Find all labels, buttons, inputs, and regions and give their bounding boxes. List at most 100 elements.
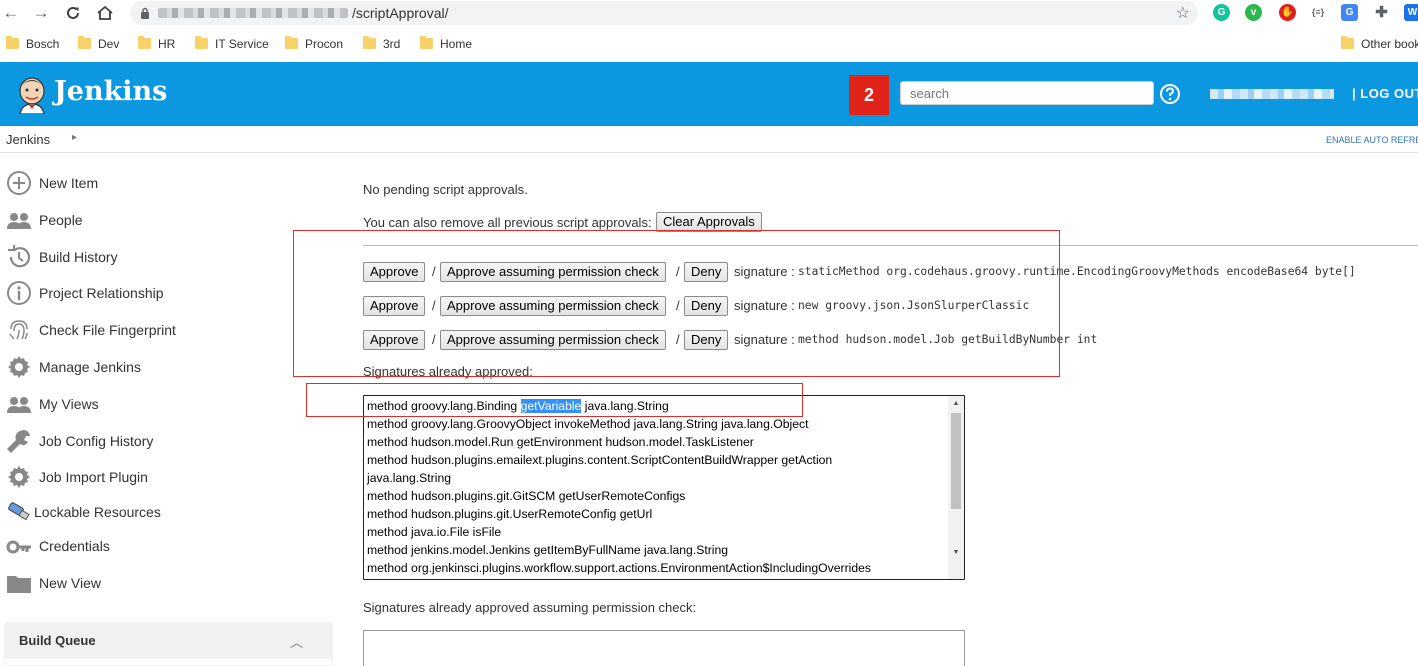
annotation-box — [293, 230, 1060, 377]
sidebar-item-my-views[interactable]: My Views — [6, 391, 326, 417]
json-formatter-icon[interactable]: {≡} — [1306, 4, 1330, 21]
gear-icon — [8, 356, 30, 378]
clear-approvals-button[interactable]: Clear Approvals — [656, 212, 762, 232]
browser-toolbar: ← → /scriptApproval/ ☆ G v ✋ {≡} G ✚ W — [0, 0, 1418, 26]
jenkins-logo-icon[interactable] — [14, 76, 50, 114]
sidebar-item-label: Job Import Plugin — [39, 469, 148, 485]
add-circle-icon — [7, 171, 31, 195]
grammarly-icon[interactable]: G — [1213, 4, 1230, 21]
gear-icon — [8, 466, 30, 488]
bookmark-bosch[interactable]: Bosch — [6, 36, 59, 52]
breadcrumb-arrow-icon[interactable]: ▸ — [72, 132, 77, 143]
bookmark-star-icon[interactable]: ☆ — [1176, 3, 1190, 23]
brand-name[interactable]: Jenkins — [54, 76, 167, 107]
people-icon — [7, 397, 31, 413]
translate-icon[interactable]: G — [1341, 4, 1358, 21]
build-queue-title[interactable]: Build Queue — [19, 633, 96, 648]
bookmark-dev[interactable]: Dev — [78, 36, 119, 52]
folder-icon — [1341, 36, 1354, 49]
lock-icon — [141, 7, 149, 19]
profile-icon[interactable]: W — [1404, 4, 1418, 21]
usb-icon — [8, 502, 30, 521]
sidebar-item-job-import-plugin[interactable]: Job Import Plugin — [6, 464, 326, 490]
user-name-redacted[interactable] — [1210, 89, 1334, 99]
adblock-icon[interactable]: ✋ — [1279, 4, 1296, 21]
history-icon — [8, 245, 31, 268]
reload-icon[interactable] — [62, 2, 84, 24]
sidebar-item-label: Project Relationship — [39, 285, 164, 301]
home-icon[interactable] — [94, 2, 116, 24]
bookmark-it-service[interactable]: IT Service — [195, 36, 269, 52]
search-input[interactable] — [900, 81, 1154, 105]
sidebar-item-new-view[interactable]: New View — [6, 570, 326, 596]
no-pending-message: No pending script approvals. — [363, 182, 528, 197]
approved-line: method hudson.plugins.git.GitSCM getUser… — [367, 489, 686, 503]
help-icon[interactable] — [1159, 83, 1181, 105]
approved-permission-textarea[interactable] — [363, 630, 965, 666]
sidebar-item-label: New View — [39, 575, 101, 591]
info-icon — [7, 281, 31, 305]
approved-permission-heading: Signatures already approved assuming per… — [363, 600, 697, 615]
sidebar-item-check-file-fingerprint[interactable]: Check File Fingerprint — [6, 317, 326, 343]
sidebar-item-build-history[interactable]: Build History — [6, 244, 326, 270]
sidebar-item-label: My Views — [39, 396, 99, 412]
sidebar-item-manage-jenkins[interactable]: Manage Jenkins — [6, 354, 326, 380]
wrench-icon — [7, 430, 30, 453]
folder-icon — [7, 576, 31, 593]
approved-line: method org.jenkinsci.plugins.workflow.su… — [367, 561, 872, 575]
scroll-down-icon[interactable]: ▼ — [951, 548, 961, 558]
sidebar-item-people[interactable]: People — [6, 207, 326, 233]
forward-icon[interactable]: → — [30, 2, 52, 24]
logout-link[interactable]: | LOG OUT — [1352, 86, 1418, 101]
remove-approvals-text: You can also remove all previous script … — [363, 215, 652, 230]
sidebar-item-job-config-history[interactable]: Job Config History — [6, 428, 326, 454]
sidebar-item-label: Lockable Resources — [34, 504, 161, 520]
bookmarks-bar: Bosch Dev HR IT Service Procon 3rd Home … — [0, 32, 1418, 56]
url-redacted — [158, 8, 348, 18]
sidebar-item-new-item[interactable]: New Item — [6, 170, 326, 196]
sidebar-item-project-relationship[interactable]: Project Relationship — [6, 280, 326, 306]
breadcrumb-jenkins[interactable]: Jenkins — [6, 132, 50, 147]
approved-signatures-textarea[interactable]: method groovy.lang.Binding getVariable j… — [363, 395, 965, 580]
scrollbar[interactable]: ▲ ▼ — [948, 396, 964, 579]
build-queue-body — [4, 658, 333, 666]
key-icon — [6, 540, 31, 554]
sidebar-item-label: People — [39, 212, 83, 228]
sidebar-item-label: Credentials — [39, 538, 110, 554]
sidebar-item-label: Check File Fingerprint — [39, 322, 176, 338]
folder-icon — [195, 36, 208, 49]
folder-icon — [363, 36, 376, 49]
approved-line: method hudson.plugins.emailext.plugins.c… — [367, 453, 833, 467]
approved-line: java.lang.String — [367, 471, 452, 485]
notification-badge[interactable]: 2 — [849, 75, 889, 115]
breadcrumb: Jenkins ▸ ENABLE AUTO REFRESH — [0, 126, 1418, 153]
chevron-up-icon[interactable]: ︿ — [290, 632, 303, 651]
jenkins-header: Jenkins 2 | LOG OUT — [0, 62, 1418, 126]
bookmark-3rd[interactable]: 3rd — [363, 36, 400, 52]
bookmark-home[interactable]: Home — [420, 36, 472, 52]
approved-line: method java.io.File isFile — [367, 525, 502, 539]
scroll-up-icon[interactable]: ▲ — [951, 399, 961, 409]
sidebar-item-label: Build History — [39, 249, 118, 265]
back-icon[interactable]: ← — [0, 2, 22, 24]
sidebar-item-label: Job Config History — [39, 433, 154, 449]
sidebar-item-label: New Item — [39, 175, 99, 191]
address-bar[interactable]: /scriptApproval/ ☆ — [130, 1, 1198, 25]
extensions-icon[interactable]: ✚ — [1373, 4, 1390, 21]
bookmark-other[interactable]: Other book — [1341, 36, 1418, 52]
sidebar-item-label: Manage Jenkins — [39, 359, 141, 375]
scrollbar-thumb[interactable] — [951, 413, 961, 509]
folder-icon — [138, 36, 151, 49]
fingerprint-icon — [9, 320, 28, 340]
bookmark-hr[interactable]: HR — [138, 36, 175, 52]
enable-auto-refresh-link[interactable]: ENABLE AUTO REFRESH — [1326, 135, 1418, 145]
build-queue-panel[interactable]: Build Queue ︿ — [4, 622, 333, 658]
vimium-icon[interactable]: v — [1245, 4, 1262, 21]
folder-icon — [420, 36, 433, 49]
folder-icon — [6, 36, 19, 49]
sidebar-item-credentials[interactable]: Credentials — [6, 533, 326, 559]
bookmark-procon[interactable]: Procon — [285, 36, 343, 52]
approved-line: method groovy.lang.GroovyObject invokeMe… — [367, 417, 809, 431]
approved-line: method hudson.model.Run getEnvironment h… — [367, 435, 754, 449]
sidebar-item-lockable-resources[interactable]: Lockable Resources — [6, 499, 326, 525]
